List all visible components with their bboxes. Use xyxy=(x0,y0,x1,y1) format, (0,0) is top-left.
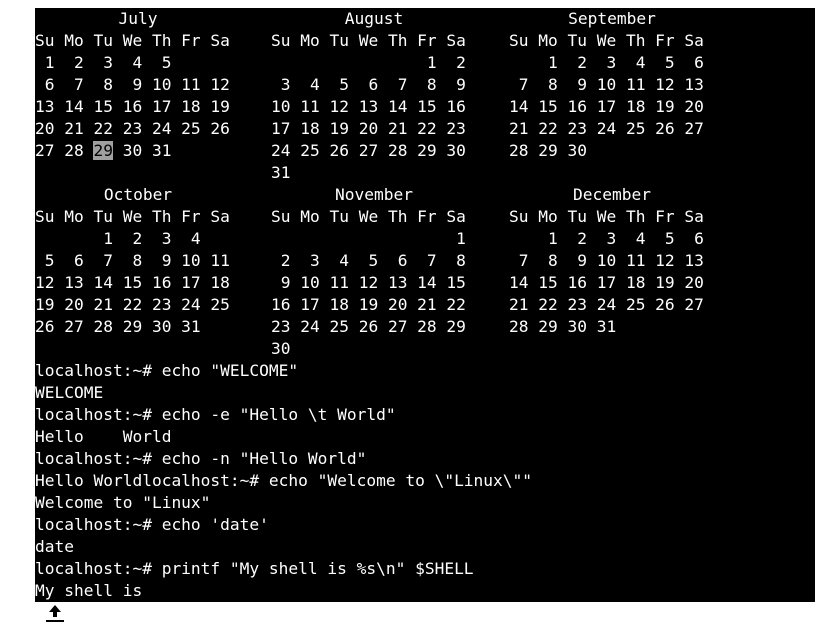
output-line: date xyxy=(35,537,74,556)
week-row: 13 14 15 16 17 18 19 xyxy=(35,97,230,116)
week-row: 2 3 4 5 6 7 8 xyxy=(271,251,466,270)
week-row: 12 13 14 15 16 17 18 xyxy=(35,273,230,292)
week-row: 1 2 3 4 5 6 xyxy=(509,53,704,72)
week-row: 24 25 26 27 28 29 30 xyxy=(271,141,466,160)
week-row: 30 xyxy=(271,339,291,358)
month-title: August xyxy=(344,9,404,28)
weekday-header: Su Mo Tu We Th Fr Sa xyxy=(271,207,466,226)
week-row: 14 15 16 17 18 19 20 xyxy=(509,273,704,292)
weekday-header: Su Mo Tu We Th Fr Sa xyxy=(509,31,704,50)
week-row: 14 15 16 17 18 19 20 xyxy=(509,97,704,116)
month-title: November xyxy=(335,185,413,204)
command-line: localhost:~# printf "My shell is %s\n" $… xyxy=(35,559,474,578)
command-line: Hello Worldlocalhost:~# echo "Welcome to… xyxy=(35,471,533,490)
week-row: 7 8 9 10 11 12 13 xyxy=(509,75,704,94)
week-row: 5 6 7 8 9 10 11 xyxy=(35,251,230,270)
command-line: localhost:~# echo 'date' xyxy=(35,515,269,534)
week-row: 3 4 5 6 7 8 9 xyxy=(271,75,466,94)
weekday-header: Su Mo Tu We Th Fr Sa xyxy=(35,207,230,226)
weekday-header: Su Mo Tu We Th Fr Sa xyxy=(509,207,704,226)
output-line: Welcome to "Linux" xyxy=(35,493,211,512)
week-row: 9 10 11 12 13 14 15 xyxy=(271,273,466,292)
week-row: 21 22 23 24 25 26 27 xyxy=(509,119,704,138)
command-line: localhost:~# echo "WELCOME" xyxy=(35,361,299,380)
week-row: 17 18 19 20 21 22 23 xyxy=(271,119,466,138)
week-row: 16 17 18 19 20 21 22 xyxy=(271,295,466,314)
week-row: 28 29 30 xyxy=(509,141,587,160)
weekday-header: Su Mo Tu We Th Fr Sa xyxy=(35,31,230,50)
week-row: 6 7 8 9 10 11 12 xyxy=(35,75,230,94)
week-row: 1 2 3 4 5 xyxy=(35,53,172,72)
week-row: 1 2 xyxy=(271,53,466,72)
week-row: 27 28 29 30 31 xyxy=(35,141,172,160)
week-row: 1 xyxy=(271,229,466,248)
week-row: 10 11 12 13 14 15 16 xyxy=(271,97,466,116)
terminal-window[interactable]: July Su Mo Tu We Th Fr Sa 1 2 3 4 5 6 7 8… xyxy=(35,8,815,602)
month-title: September xyxy=(568,9,656,28)
command-line: localhost:~# echo -n "Hello World" xyxy=(35,449,367,468)
output-line: WELCOME xyxy=(35,383,104,402)
week-row: 1 2 3 4 5 6 xyxy=(509,229,704,248)
mouse-pointer-icon xyxy=(46,605,64,622)
output-line: Hello World xyxy=(35,427,172,446)
month-title: July xyxy=(118,9,158,28)
week-row: 21 22 23 24 25 26 27 xyxy=(509,295,704,314)
week-row: 20 21 22 23 24 25 26 xyxy=(35,119,230,138)
month-title: October xyxy=(103,185,173,204)
week-row: 31 xyxy=(271,163,291,182)
command-line: localhost:~# echo -e "Hello \t World" xyxy=(35,405,396,424)
shell-session: localhost:~# echo "WELCOME" WELCOME localh… xyxy=(35,360,532,602)
week-row: 26 27 28 29 30 31 xyxy=(35,317,201,336)
output-line: My shell is xyxy=(35,581,143,600)
current-day-highlight: 29 xyxy=(93,141,113,160)
week-row: 28 29 30 31 xyxy=(509,317,617,336)
week-row: 23 24 25 26 27 28 29 xyxy=(271,317,466,336)
week-row: 7 8 9 10 11 12 13 xyxy=(509,251,704,270)
month-title: December xyxy=(573,185,651,204)
weekday-header: Su Mo Tu We Th Fr Sa xyxy=(271,31,466,50)
week-row: 19 20 21 22 23 24 25 xyxy=(35,295,230,314)
week-row: 1 2 3 4 xyxy=(35,229,201,248)
